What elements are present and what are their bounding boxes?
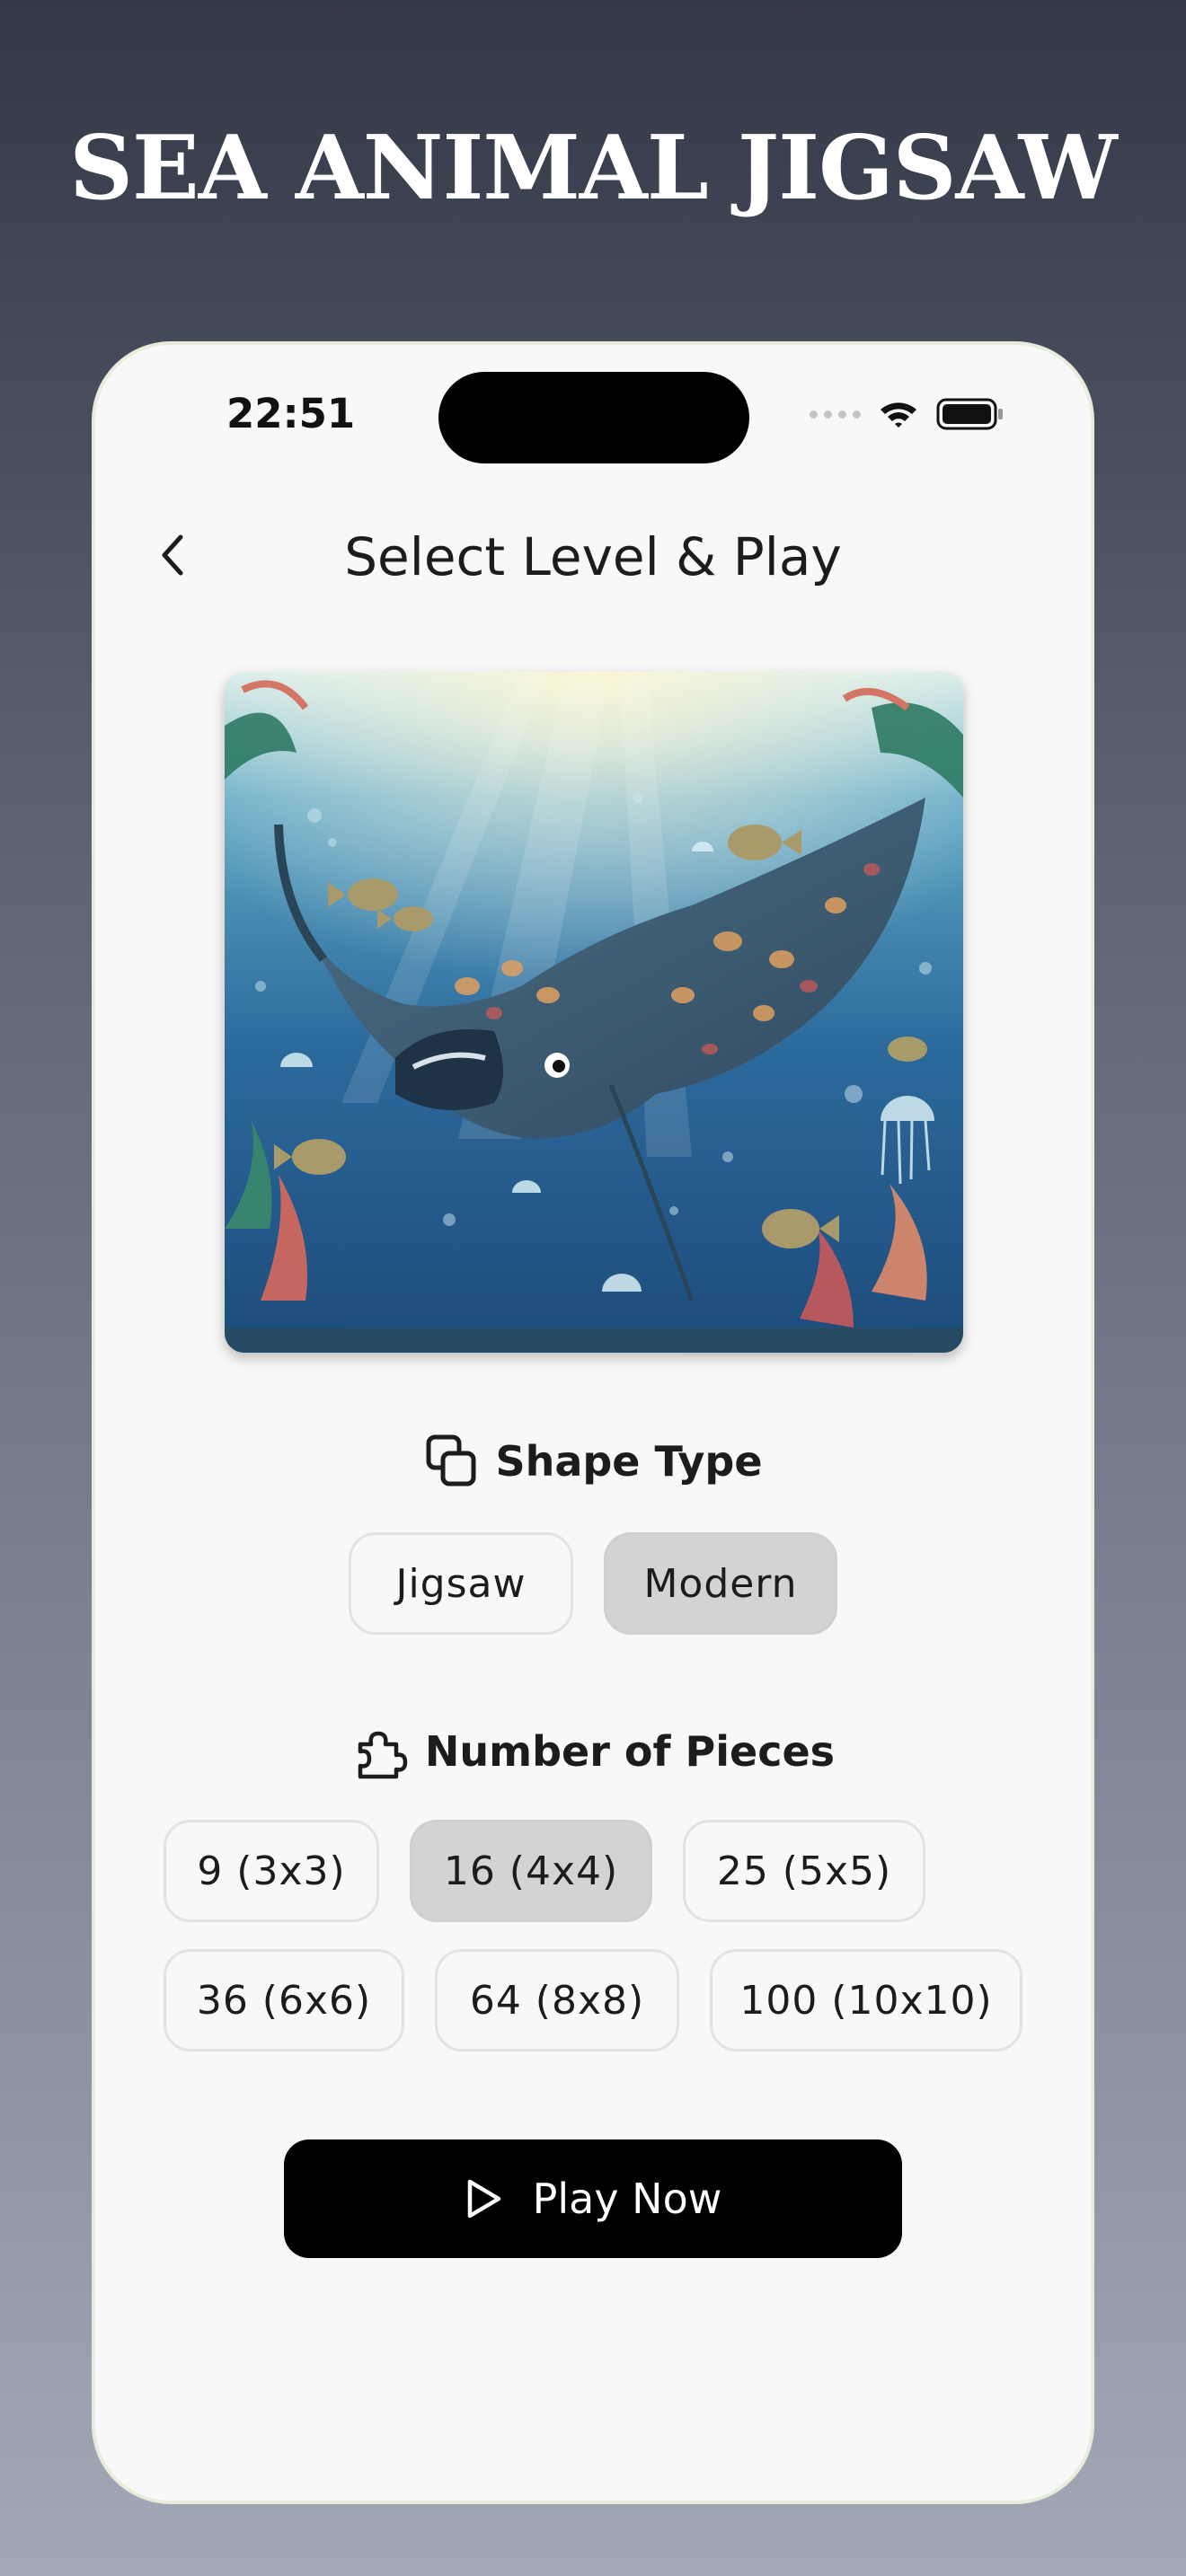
page-title: Select Level & Play: [344, 526, 842, 587]
status-time: 22:51: [226, 390, 356, 437]
pieces-option-36[interactable]: 36 (6x6): [164, 1949, 404, 2051]
play-now-button[interactable]: Play Now: [284, 2139, 902, 2258]
pieces-option-25[interactable]: 25 (5x5): [683, 1820, 925, 1922]
pieces-option-9[interactable]: 9 (3x3): [164, 1820, 379, 1922]
puzzle-piece-icon: [358, 1731, 408, 1779]
shape-type-section-label: Shape Type: [95, 1434, 1091, 1489]
pieces-label: Number of Pieces: [424, 1727, 836, 1776]
puzzle-preview-image: [225, 672, 963, 1353]
pieces-section-label: Number of Pieces: [95, 1723, 1091, 1780]
pieces-option-100[interactable]: 100 (10x10): [710, 1949, 1022, 2051]
shape-option-jigsaw[interactable]: Jigsaw: [349, 1532, 573, 1635]
play-now-label: Play Now: [532, 2175, 722, 2223]
wifi-icon: [881, 402, 916, 428]
phone-screen: 22:51 Select Level & Play Shape Type Jig…: [95, 345, 1091, 2501]
status-icons: [810, 397, 1005, 431]
shape-type-label: Shape Type: [495, 1437, 763, 1486]
battery-icon: [936, 398, 1003, 430]
play-icon: [467, 2179, 500, 2219]
shapes-icon: [426, 1434, 476, 1486]
signal-dots-icon: [810, 410, 861, 419]
pieces-option-16[interactable]: 16 (4x4): [410, 1820, 652, 1922]
pieces-option-64[interactable]: 64 (8x8): [435, 1949, 679, 2051]
shape-option-modern[interactable]: Modern: [604, 1532, 837, 1635]
promo-title: SEA ANIMAL JIGSAW: [69, 117, 1118, 220]
dynamic-island: [438, 372, 749, 463]
